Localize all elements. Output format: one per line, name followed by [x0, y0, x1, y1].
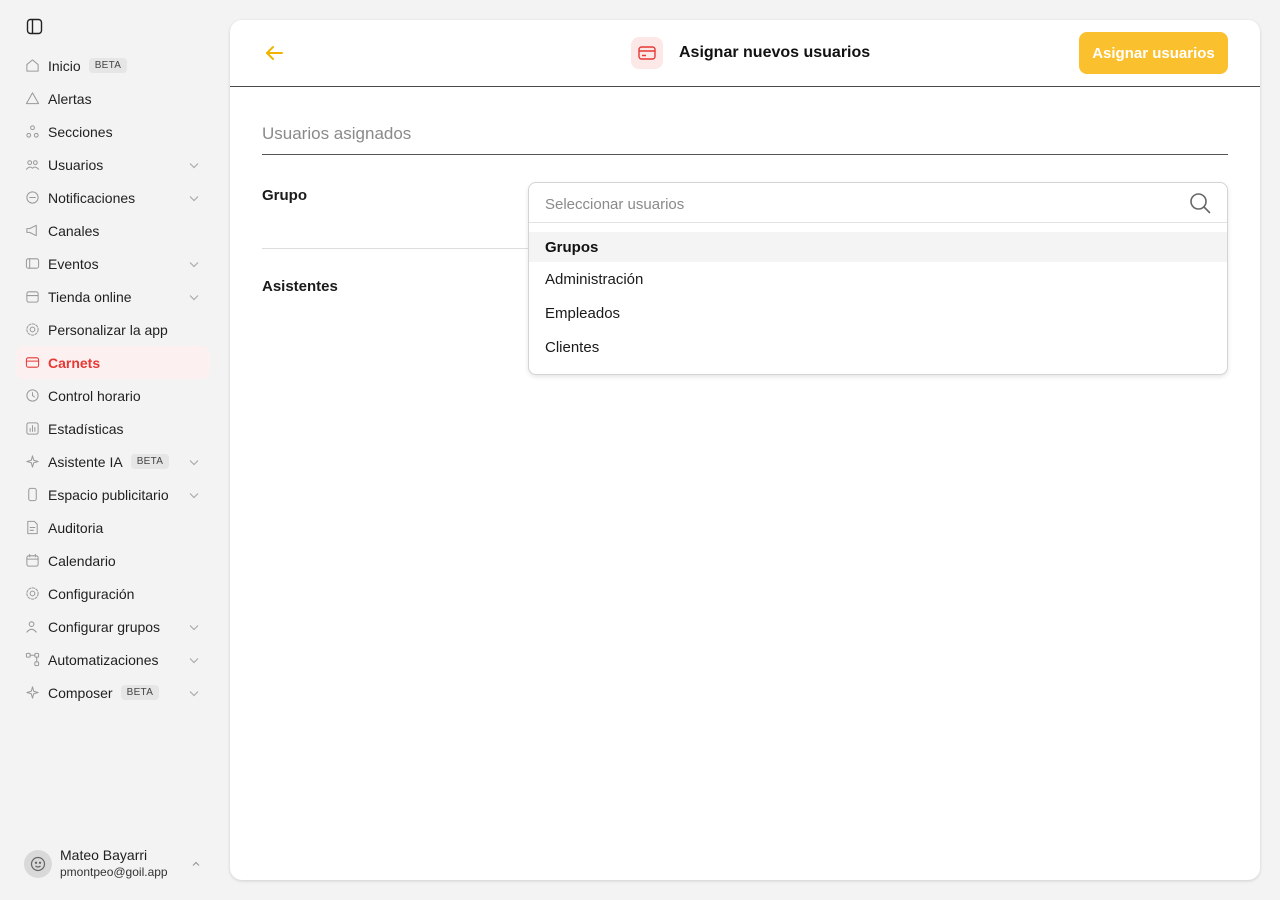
sidebar-item-notificaciones[interactable]: Notificaciones [16, 181, 210, 214]
beta-badge: BETA [120, 685, 160, 700]
sidebar-item-configurar-grupos[interactable]: Configurar grupos [16, 610, 210, 643]
beta-badge: BETA [88, 58, 128, 73]
user-name: Mateo Bayarri [60, 847, 148, 863]
avatar [24, 850, 52, 878]
sidebar-item-alertas[interactable]: Alertas [16, 82, 210, 115]
sidebar-item-composer[interactable]: Composer BETA [16, 676, 210, 709]
clock-icon [24, 388, 40, 404]
sidebar-item-label: Estadísticas [48, 420, 124, 437]
sidebar-item-carnets[interactable]: Carnets [16, 346, 210, 379]
assign-users-button[interactable]: Asignar usuarios [1079, 32, 1228, 74]
attendees-label: Asistentes [262, 278, 338, 295]
group-icon [24, 619, 40, 635]
sidebar-item-label: Control horario [48, 387, 141, 404]
sidebar-item-label: Auditoria [48, 519, 104, 536]
sidebar-item-label: Personalizar la app [48, 321, 168, 338]
sidebar-item-estadisticas[interactable]: Estadísticas [16, 412, 210, 445]
option-clientes[interactable]: Clientes [529, 330, 1227, 364]
sidebar-item-label: Eventos [48, 255, 99, 272]
sidebar-item-tienda-online[interactable]: Tienda online [16, 280, 210, 313]
chevron-down-icon[interactable] [188, 455, 200, 467]
sidebar-item-label: Configuración [48, 585, 135, 602]
sidebar-item-label: Alertas [48, 90, 92, 107]
option-group-header: Grupos [529, 232, 1227, 262]
sidebar-nav: Inicio BETA Alertas Secciones Usuarios Notifi… [16, 49, 210, 709]
sidebar-item-label: Canales [48, 222, 100, 239]
sidebar-item-label: Configurar grupos [48, 618, 161, 635]
sidebar-item-inicio[interactable]: Inicio BETA [16, 49, 210, 82]
sidebar-item-label: Composer [48, 684, 113, 701]
sidebar-item-secciones[interactable]: Secciones [16, 115, 210, 148]
sidebar-item-automatizaciones[interactable]: Automatizaciones [16, 643, 210, 676]
sidebar-item-personalizar-la-app[interactable]: Personalizar la app [16, 313, 210, 346]
sidebar-item-eventos[interactable]: Eventos [16, 247, 210, 280]
page-title: Asignar nuevos usuarios [679, 44, 871, 61]
divider [262, 154, 1228, 155]
chevron-down-icon[interactable] [188, 686, 200, 698]
sidebar-item-usuarios[interactable]: Usuarios [16, 148, 210, 181]
user-select-dropdown: Grupos Administración Empleados Clientes [528, 182, 1228, 375]
chevron-down-icon[interactable] [188, 653, 200, 665]
store-icon [24, 289, 40, 305]
option-empleados[interactable]: Empleados [529, 296, 1227, 330]
sidebar-item-calendario[interactable]: Calendario [16, 544, 210, 577]
megaphone-icon [24, 223, 40, 239]
users-icon [24, 157, 40, 173]
sidebar-item-label: Usuarios [48, 156, 104, 173]
chart-icon [24, 421, 40, 437]
section-title: Usuarios asignados [262, 124, 412, 143]
sidebar-item-asistente-ia[interactable]: Asistente IA BETA [16, 445, 210, 478]
chevron-down-icon[interactable] [188, 620, 200, 632]
user-email: pmontpeo@goil.app [60, 865, 168, 879]
card-icon [24, 355, 40, 371]
calendar-icon [24, 553, 40, 569]
settings-icon [24, 586, 40, 602]
card-icon [631, 37, 663, 69]
document-icon [24, 520, 40, 536]
option-administracion[interactable]: Administración [529, 262, 1227, 296]
sidebar-item-canales[interactable]: Canales [16, 214, 210, 247]
chevron-down-icon[interactable] [188, 191, 200, 203]
home-icon [24, 58, 40, 74]
search-input[interactable] [545, 193, 1165, 215]
sidebar-item-control-horario[interactable]: Control horario [16, 379, 210, 412]
group-label: Grupo [262, 187, 307, 204]
ticket-icon [24, 256, 40, 272]
sparkle-icon [24, 685, 40, 701]
sidebar-item-espacio-publicitario[interactable]: Espacio publicitario [16, 478, 210, 511]
sidebar-item-label: Automatizaciones [48, 651, 159, 668]
sidebar-item-configuracion[interactable]: Configuración [16, 577, 210, 610]
user-profile[interactable]: Mateo Bayarri pmontpeo@goil.app [24, 845, 210, 883]
chevron-down-icon[interactable] [188, 158, 200, 170]
chat-icon [24, 190, 40, 206]
alert-icon [24, 91, 40, 107]
sidebar-item-label: Inicio [48, 57, 81, 74]
gear-icon [24, 322, 40, 338]
sidebar-item-label: Calendario [48, 552, 116, 569]
sparkle-icon [24, 454, 40, 470]
main-panel: Asignar nuevos usuarios Asignar usuarios… [230, 20, 1260, 880]
search-icon[interactable] [1189, 192, 1211, 219]
sidebar: Inicio BETA Alertas Secciones Usuarios Notifi… [0, 0, 230, 900]
phone-icon [24, 487, 40, 503]
chevron-down-icon[interactable] [188, 290, 200, 302]
sidebar-item-label: Notificaciones [48, 189, 136, 206]
page-header: Asignar nuevos usuarios Asignar usuarios [230, 20, 1260, 87]
sidebar-toggle-icon[interactable] [24, 16, 44, 36]
chevron-down-icon[interactable] [188, 488, 200, 500]
sidebar-item-label: Carnets [48, 354, 101, 371]
sidebar-item-label: Tienda online [48, 288, 132, 305]
sidebar-item-auditoria[interactable]: Auditoria [16, 511, 210, 544]
sidebar-item-label: Espacio publicitario [48, 486, 169, 503]
sections-icon [24, 124, 40, 140]
sidebar-item-label: Secciones [48, 123, 113, 140]
back-arrow-icon[interactable] [262, 41, 286, 65]
flow-icon [24, 652, 40, 668]
chevron-down-icon[interactable] [188, 257, 200, 269]
divider [262, 248, 530, 249]
chevron-up-icon [190, 857, 202, 875]
sidebar-item-label: Asistente IA [48, 453, 123, 470]
beta-badge: BETA [130, 454, 170, 469]
